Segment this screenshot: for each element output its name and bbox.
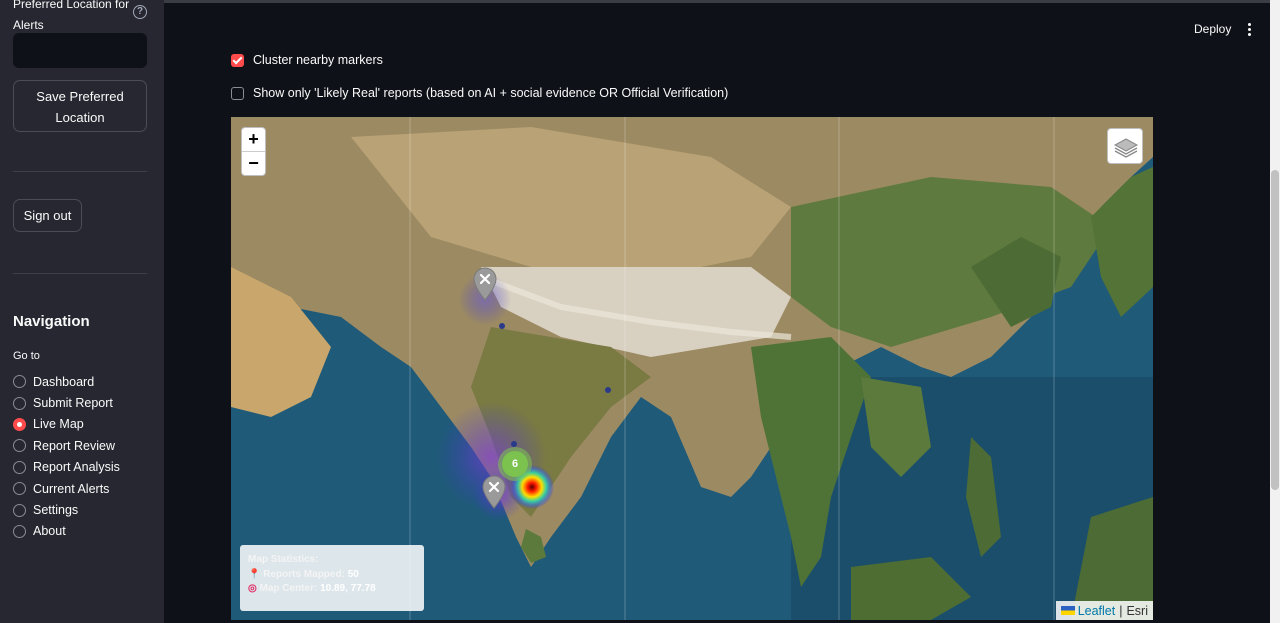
nav-item-submit-report[interactable]: Submit Report [13, 392, 120, 413]
layers-control-icon[interactable] [1107, 128, 1143, 164]
preferred-location-label: Preferred Location for Alerts [13, 0, 130, 32]
help-icon[interactable]: ? [133, 5, 147, 19]
nav-item-about[interactable]: About [13, 521, 120, 542]
nav-item-label: Report Analysis [33, 460, 120, 475]
cluster-markers-checkbox[interactable]: Cluster nearby markers [231, 53, 383, 67]
main-content: Deploy Cluster nearby markers Show only … [164, 3, 1270, 623]
nav-item-label: Settings [33, 503, 79, 518]
stats-center-row: ◎ Map Center: 10.89, 77.78 [248, 582, 416, 597]
map-center-label: Map Center: [259, 583, 318, 594]
leaflet-link[interactable]: Leaflet [1060, 603, 1116, 618]
radio-icon[interactable] [13, 375, 26, 389]
checkbox-checked-icon[interactable] [231, 53, 244, 67]
sidebar-divider [13, 273, 147, 274]
nav-item-label: Current Alerts [33, 481, 110, 496]
radio-icon[interactable] [13, 503, 26, 517]
sidebar: Preferred Location for Alerts ? Save Pre… [0, 0, 164, 623]
preferred-location-input[interactable] [13, 33, 147, 68]
target-icon: ◎ [248, 583, 257, 594]
zoom-control: + − [241, 127, 266, 176]
stats-reports-row: 📍 Reports Mapped: 50 [248, 568, 416, 583]
live-map[interactable]: + − 6 Map Statistics: 📍 Reports Mapped: … [231, 117, 1153, 620]
nav-item-settings[interactable]: Settings [13, 499, 120, 520]
nav-item-label: Submit Report [33, 396, 113, 411]
nav-item-label: About [33, 524, 66, 539]
nav-item-report-analysis[interactable]: Report Analysis [13, 457, 120, 478]
map-statistics-panel: Map Statistics: 📍 Reports Mapped: 50 ◎ M… [240, 545, 424, 611]
map-attribution: Leaflet | Esri [1055, 601, 1153, 620]
navigation-title: Navigation [13, 313, 90, 330]
page-scrollbar[interactable] [1270, 0, 1280, 623]
likely-real-checkbox[interactable]: Show only 'Likely Real' reports (based o… [231, 86, 728, 100]
goto-label: Go to [13, 350, 40, 362]
navigation-radio-group: Dashboard Submit Report Live Map Report … [13, 371, 120, 542]
marker-cluster[interactable]: 6 [498, 447, 532, 481]
save-preferred-location-button[interactable]: Save Preferred Location [13, 80, 147, 132]
radio-selected-icon[interactable] [13, 417, 26, 431]
more-menu-icon[interactable] [1242, 21, 1256, 39]
nav-item-live-map[interactable]: Live Map [13, 414, 120, 435]
scrollbar-thumb[interactable] [1271, 170, 1279, 490]
reports-mapped-label: Reports Mapped: [263, 568, 345, 580]
radio-icon[interactable] [13, 439, 26, 453]
report-marker-icon[interactable] [472, 267, 498, 301]
reports-mapped-value: 50 [347, 568, 359, 580]
radio-icon[interactable] [13, 482, 26, 496]
nav-item-label: Dashboard [33, 374, 95, 389]
stats-title: Map Statistics: [248, 554, 319, 565]
checkbox-icon[interactable] [231, 86, 244, 100]
checkbox-label: Show only 'Likely Real' reports (based o… [253, 86, 729, 100]
checkbox-label: Cluster nearby markers [253, 53, 383, 67]
nav-item-label: Report Review [33, 438, 115, 453]
nav-item-report-review[interactable]: Report Review [13, 435, 120, 456]
cluster-count: 6 [502, 451, 528, 477]
sign-out-button[interactable]: Sign out [13, 199, 82, 232]
nav-item-current-alerts[interactable]: Current Alerts [13, 478, 120, 499]
zoom-out-button[interactable]: − [242, 152, 265, 176]
report-marker-icon[interactable] [481, 475, 507, 509]
zoom-in-button[interactable]: + [242, 128, 265, 152]
radio-icon[interactable] [13, 460, 26, 474]
ukraine-flag-icon [1060, 606, 1075, 615]
leaflet-label: Leaflet [1077, 603, 1116, 618]
attribution-separator: | [1119, 603, 1123, 618]
nav-item-dashboard[interactable]: Dashboard [13, 371, 120, 392]
esri-attribution: Esri [1126, 603, 1148, 618]
pin-icon: 📍 [248, 568, 261, 580]
sidebar-divider [13, 171, 147, 172]
radio-icon[interactable] [13, 396, 26, 410]
layers-icon [1113, 138, 1139, 158]
nav-item-label: Live Map [33, 417, 84, 432]
deploy-button[interactable]: Deploy [1194, 22, 1231, 36]
radio-icon[interactable] [13, 524, 26, 538]
map-center-value: 10.89, 77.78 [320, 583, 376, 594]
